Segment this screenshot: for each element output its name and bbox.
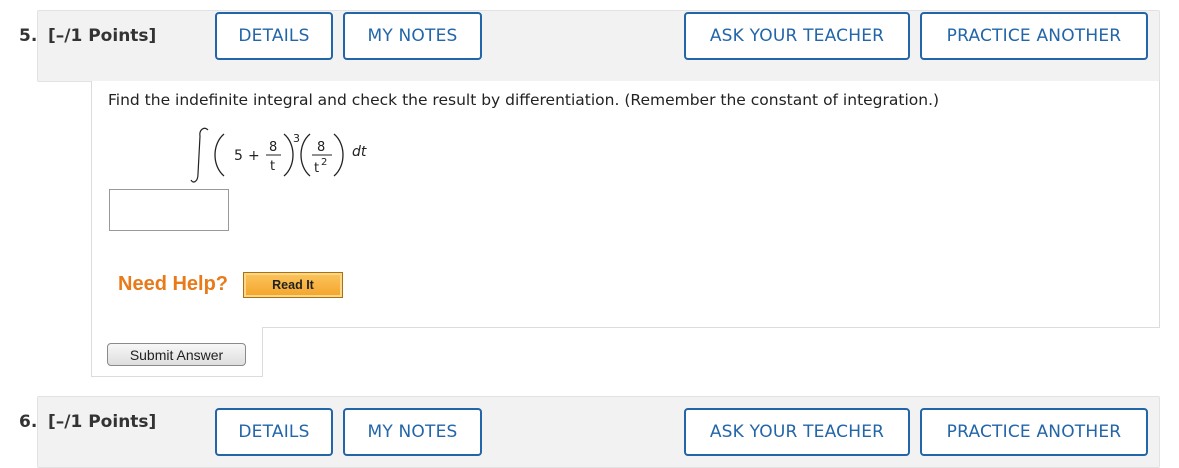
left-paren-1 — [214, 133, 225, 177]
practice-another-button[interactable]: PRACTICE ANOTHER — [920, 12, 1148, 60]
ask-your-teacher-button-next[interactable]: ASK YOUR TEACHER — [684, 408, 910, 456]
answer-input[interactable] — [109, 189, 229, 231]
submit-answer-button[interactable]: Submit Answer — [107, 343, 246, 366]
my-notes-button-next[interactable]: MY NOTES — [343, 408, 482, 456]
math-num-2: 8 — [317, 140, 325, 155]
math-dt: dt — [352, 144, 367, 160]
right-paren-1 — [283, 133, 294, 177]
question-points: [–/1 Points] — [48, 26, 157, 46]
math-num-1: 8 — [269, 140, 277, 155]
practice-another-button-next[interactable]: PRACTICE ANOTHER — [920, 408, 1148, 456]
integral-sign-icon — [190, 127, 209, 183]
details-button[interactable]: DETAILS — [215, 12, 333, 60]
integral-expression: 5 + 8 t 3 8 t 2 dt — [190, 127, 367, 183]
question-number-next: 6. — [19, 412, 38, 432]
left-paren-2 — [300, 133, 311, 177]
question-prompt: Find the indefinite integral and check t… — [108, 91, 940, 109]
math-five: 5 — [234, 148, 243, 164]
question-number: 5. — [19, 26, 38, 46]
my-notes-button[interactable]: MY NOTES — [343, 12, 482, 60]
question-points-next: [–/1 Points] — [48, 412, 157, 432]
details-button-next[interactable]: DETAILS — [215, 408, 333, 456]
math-den-1: t — [270, 159, 275, 174]
read-it-button[interactable]: Read It — [243, 272, 343, 298]
math-den-2-exp: 2 — [321, 157, 327, 168]
need-help-label: Need Help? — [118, 273, 229, 295]
math-den-2: t — [314, 161, 319, 176]
math-power: 3 — [293, 132, 300, 145]
right-paren-2 — [333, 133, 344, 177]
math-plus: + — [248, 148, 260, 164]
ask-your-teacher-button[interactable]: ASK YOUR TEACHER — [684, 12, 910, 60]
